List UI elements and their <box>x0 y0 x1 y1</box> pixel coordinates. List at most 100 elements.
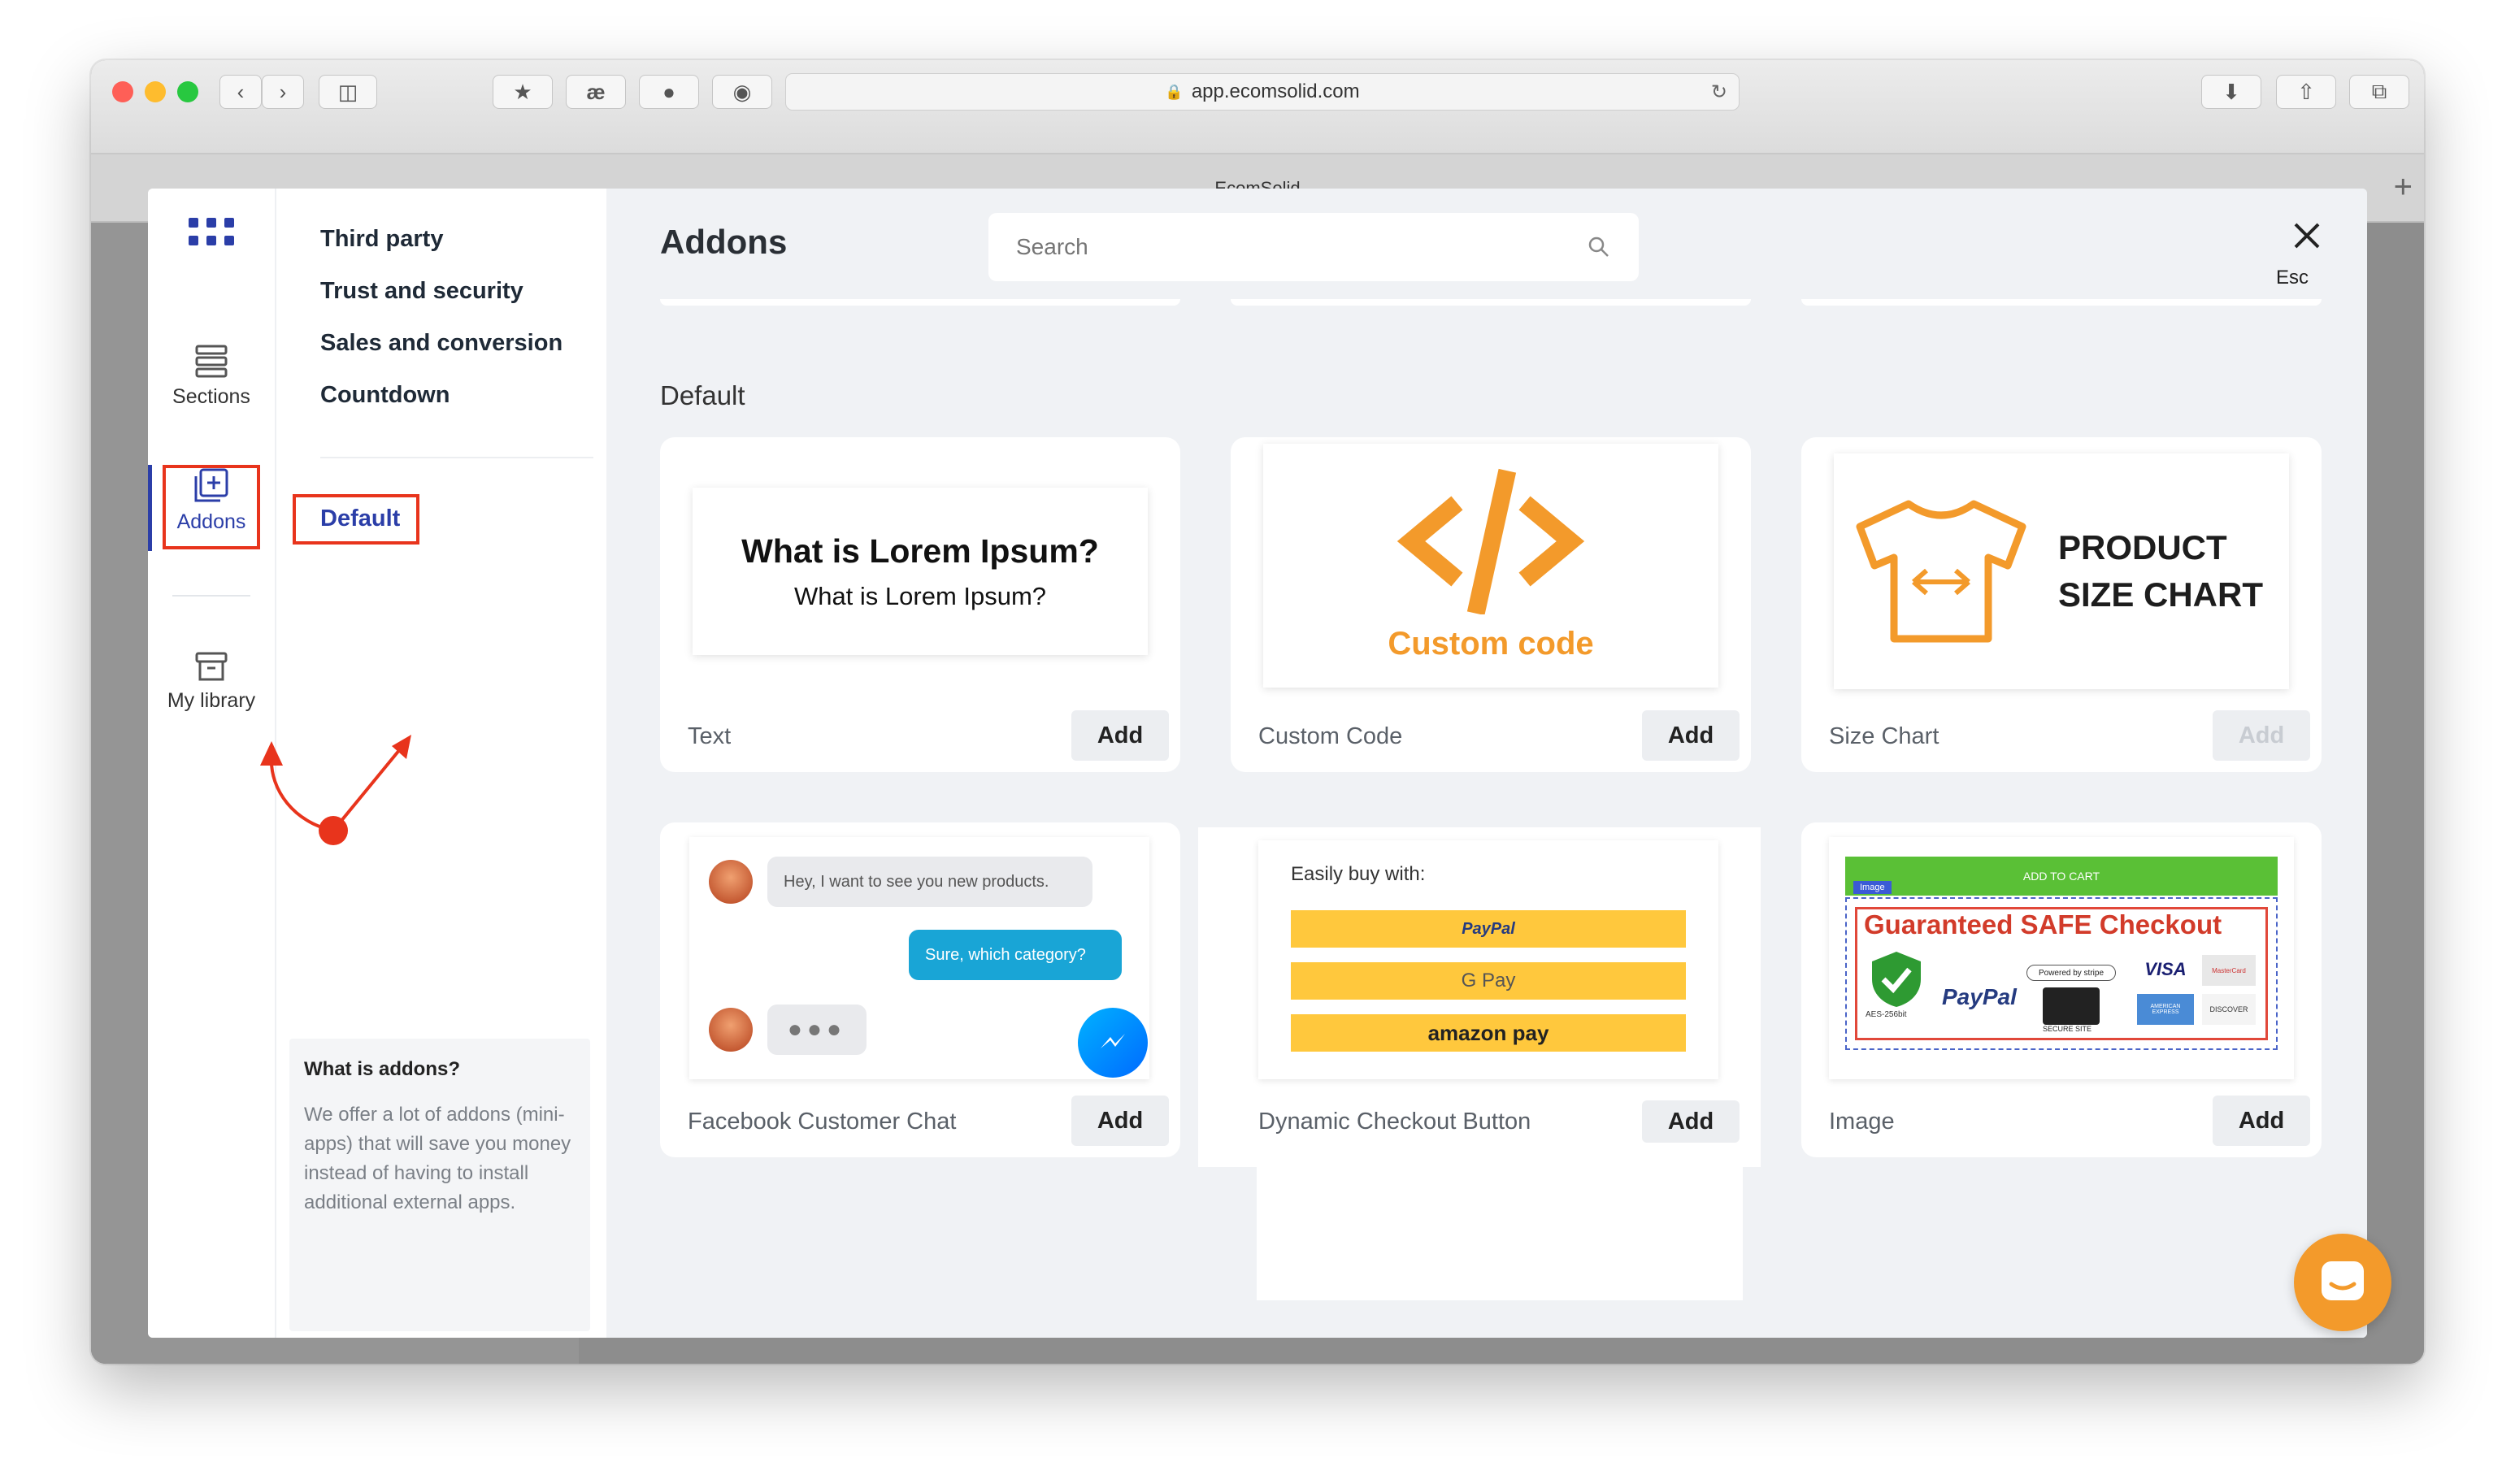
forward-icon[interactable]: › <box>262 75 304 109</box>
close-hint: Esc <box>2276 267 2309 289</box>
checkout-card-overlay-lower <box>1257 1164 1743 1300</box>
category-third-party[interactable]: Third party <box>320 226 443 253</box>
add-dynamic-checkout-button[interactable]: Add <box>1642 1100 1740 1143</box>
rail-sections[interactable]: Sections <box>148 343 275 409</box>
paypal-button: PayPal <box>1291 910 1686 948</box>
tshirt-icon <box>1856 500 2026 643</box>
addon-card-custom-code: Custom code Custom Code Add <box>1231 437 1751 772</box>
add-facebook-chat-button[interactable]: Add <box>1071 1096 1169 1146</box>
section-heading: Default <box>660 380 745 410</box>
card-label: Dynamic Checkout Button <box>1258 1109 1531 1135</box>
size-chart-preview: PRODUCT SIZE CHART <box>1834 453 2289 689</box>
checkout-title: Easily buy with: <box>1291 863 1426 885</box>
addon-card-text: What is Lorem Ipsum? What is Lorem Ipsum… <box>660 437 1180 772</box>
apps-grid-icon[interactable] <box>148 218 275 247</box>
dynamic-checkout-preview: Easily buy with: PayPal G Pay amazon pay <box>1258 840 1718 1079</box>
category-divider <box>320 457 593 458</box>
bookmark-icon[interactable]: ★ <box>493 75 553 109</box>
avatar <box>709 1008 753 1052</box>
chat-message-outgoing: Sure, which category? <box>909 930 1122 980</box>
preview-sub: What is Lorem Ipsum? <box>793 581 1047 610</box>
facebook-chat-preview: Hey, I want to see you new products. Sur… <box>689 837 1149 1079</box>
size-chart-line2: SIZE CHART <box>2058 575 2263 614</box>
amazon-pay-button: amazon pay <box>1291 1014 1686 1052</box>
addon-card-image: ADD TO CART Image Guaranteed SAFE Checko… <box>1801 822 2322 1157</box>
custom-code-caption: Custom code <box>1388 626 1594 662</box>
aes-label: AES-256bit <box>1866 1010 1907 1019</box>
search-input[interactable] <box>1016 234 1587 260</box>
sections-icon <box>195 345 228 378</box>
trust-badge: Guaranteed SAFE Checkout AES-256bit PayP… <box>1855 907 2268 1040</box>
addon-card-dynamic-checkout: Easily buy with: PayPal G Pay amazon pay… <box>1231 822 1751 1157</box>
address-bar[interactable]: 🔒 app.ecomsolid.com ↻ <box>785 73 1740 111</box>
annotation-arrows <box>260 735 411 845</box>
modal-title: Addons <box>660 223 788 261</box>
add-text-button[interactable]: Add <box>1071 710 1169 761</box>
discover-logo: DISCOVER <box>2202 994 2256 1025</box>
secure-label: SECURE SITE <box>2043 1025 2092 1033</box>
add-to-cart-bar: ADD TO CART <box>1845 857 2278 896</box>
text-preview: What is Lorem Ipsum? What is Lorem Ipsum… <box>693 488 1148 655</box>
typing-indicator: ●●● <box>767 1005 867 1055</box>
addons-content: Addons Esc Default What is Lorem Ipsum? … <box>606 189 2367 1338</box>
card-label: Image <box>1829 1109 1895 1135</box>
back-icon[interactable]: ‹ <box>219 75 262 109</box>
extension-grammarly-icon[interactable]: ◉ <box>712 75 772 109</box>
browser-toolbar: ‹ › ◫ ★ æ ● ◉ 🔒 app.ecomsolid.com ↻ ⬇ ⇧ … <box>91 60 2424 154</box>
card-edge-2 <box>1231 299 1751 306</box>
card-edge-3 <box>1801 299 2322 306</box>
avatar <box>709 860 753 904</box>
amex-logo: AMERICAN EXPRESS <box>2137 994 2194 1025</box>
share-icon[interactable]: ⇧ <box>2276 75 2336 109</box>
visa-logo: VISA <box>2137 953 2194 986</box>
lock-badge <box>2043 987 2100 1025</box>
reload-icon[interactable]: ↻ <box>1711 80 1727 104</box>
card-label: Text <box>688 723 732 749</box>
card-label: Facebook Customer Chat <box>688 1109 957 1135</box>
download-icon[interactable]: ⬇ <box>2201 75 2261 109</box>
addons-modal: Sections Addons My library Third party T… <box>148 189 2367 1338</box>
search-box[interactable] <box>988 213 1639 281</box>
preview-heading: What is Lorem Ipsum? <box>741 532 1099 570</box>
search-icon <box>1588 236 1609 257</box>
lock-icon: 🔒 <box>1165 83 1184 100</box>
mastercard-logo: MasterCard <box>2202 955 2256 986</box>
info-text: We offer a lot of addons (mini-apps) tha… <box>304 1104 571 1213</box>
addons-info-box: What is addons? We offer a lot of addons… <box>289 1039 590 1331</box>
image-preview: ADD TO CART Image Guaranteed SAFE Checko… <box>1829 837 2294 1079</box>
tabs-overview-icon[interactable]: ⧉ <box>2349 75 2409 109</box>
category-sales-conversion[interactable]: Sales and conversion <box>320 330 563 357</box>
add-image-button[interactable]: Add <box>2213 1096 2310 1146</box>
add-size-chart-button[interactable]: Add <box>2213 710 2310 761</box>
address-text: app.ecomsolid.com <box>1191 80 1360 102</box>
code-brackets-icon <box>1396 468 1585 614</box>
extension-ae-icon[interactable]: æ <box>566 75 626 109</box>
add-custom-code-button[interactable]: Add <box>1642 710 1740 761</box>
zoom-window-button[interactable] <box>177 81 198 102</box>
category-trust-security[interactable]: Trust and security <box>320 278 523 305</box>
rail-sections-label: Sections <box>172 385 250 408</box>
close-window-button[interactable] <box>112 81 133 102</box>
trust-badge-frame: Image Guaranteed SAFE Checkout AES-256bi… <box>1845 881 2278 1050</box>
new-tab-icon[interactable]: + <box>2394 169 2413 206</box>
chat-message-incoming: Hey, I want to see you new products. <box>767 857 1092 907</box>
card-label: Custom Code <box>1258 723 1403 749</box>
messenger-icon <box>1078 1008 1148 1078</box>
paypal-logo: PayPal <box>1942 984 2017 1009</box>
info-title: What is addons? <box>304 1058 460 1080</box>
minimize-window-button[interactable] <box>145 81 166 102</box>
category-countdown[interactable]: Countdown <box>320 382 450 409</box>
rail-active-indicator <box>148 465 152 551</box>
sidebar-icon[interactable]: ◫ <box>319 75 377 109</box>
stripe-badge: Powered by stripe <box>2026 965 2116 981</box>
addon-card-facebook-chat: Hey, I want to see you new products. Sur… <box>660 822 1180 1157</box>
card-edge-1 <box>660 299 1180 306</box>
card-label: Size Chart <box>1829 723 1939 749</box>
shield-icon <box>1872 952 1921 1007</box>
custom-code-preview: Custom code <box>1263 444 1718 688</box>
chat-bubble-icon <box>2322 1261 2364 1300</box>
addon-card-size-chart: PRODUCT SIZE CHART Size Chart Add <box>1801 437 2322 772</box>
close-icon[interactable] <box>2283 211 2331 260</box>
extension-drop-icon[interactable]: ● <box>639 75 699 109</box>
chat-launcher-button[interactable] <box>2294 1234 2391 1331</box>
